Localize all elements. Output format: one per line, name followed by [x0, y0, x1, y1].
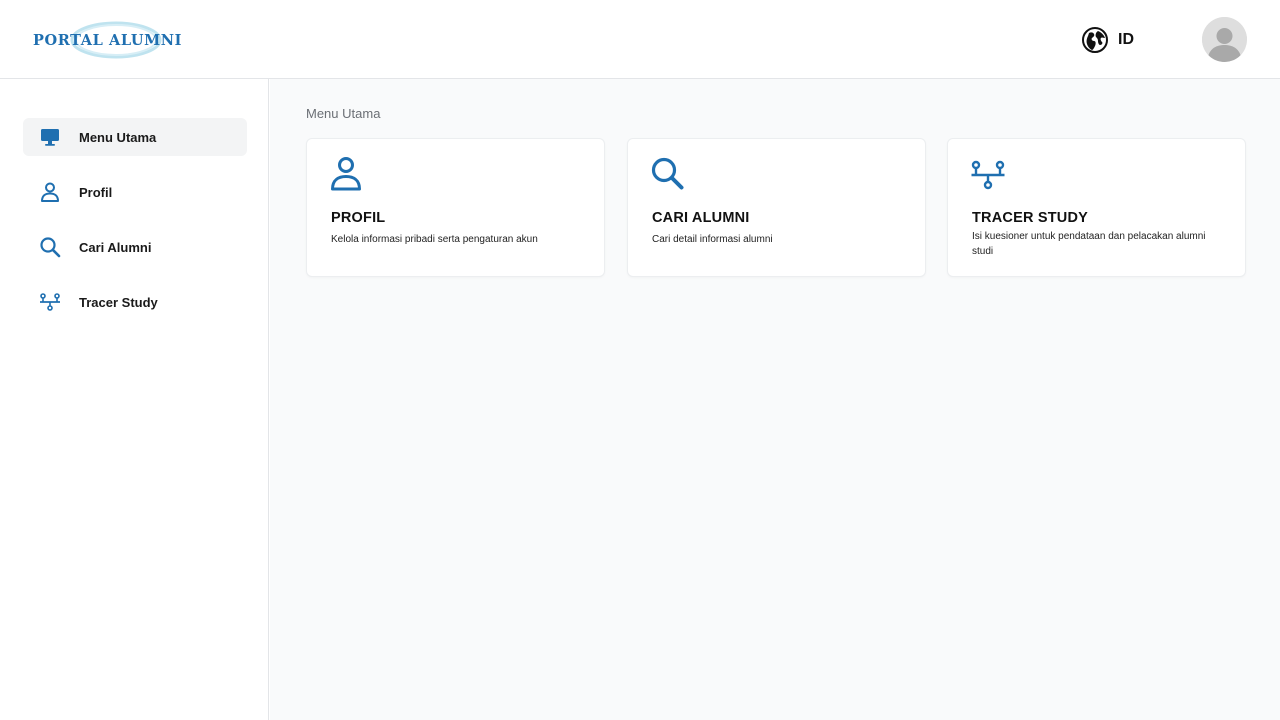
card-title: CARI ALUMNI	[652, 210, 750, 226]
main-content: Menu Utama PROFIL Kelola informasi priba…	[270, 79, 1280, 720]
sidebar-item-label: Profil	[79, 184, 113, 200]
card-description: Cari detail informasi alumni	[652, 234, 773, 245]
sidebar: Menu Utama Profil Cari Alumni Tracer Stu…	[0, 79, 269, 720]
user-avatar[interactable]	[1202, 17, 1247, 62]
network-icon	[971, 160, 1005, 190]
top-header: PORTAL ALUMNI ID	[0, 0, 1280, 79]
language-switcher[interactable]: ID	[1081, 26, 1134, 54]
avatar-placeholder-icon	[1202, 17, 1247, 62]
search-icon	[651, 157, 684, 190]
sidebar-item-profil[interactable]: Profil	[23, 173, 247, 211]
network-icon	[40, 293, 60, 311]
logo-text: PORTAL ALUMNI	[33, 32, 183, 49]
card-title: TRACER STUDY	[972, 210, 1088, 226]
sidebar-item-cari-alumni[interactable]: Cari Alumni	[23, 228, 247, 266]
monitor-icon	[41, 129, 59, 146]
card-description: Kelola informasi pribadi serta pengatura…	[331, 234, 538, 245]
card-description: Isi kuesioner untuk pendataan dan pelaca…	[972, 231, 1206, 257]
user-icon	[41, 182, 59, 202]
card-profil[interactable]: PROFIL Kelola informasi pribadi serta pe…	[306, 138, 605, 277]
sidebar-item-label: Cari Alumni	[79, 239, 152, 255]
portal-alumni-logo[interactable]: PORTAL ALUMNI	[28, 16, 188, 62]
card-cari-alumni[interactable]: CARI ALUMNI Cari detail informasi alumni	[627, 138, 926, 277]
user-icon	[331, 157, 361, 191]
language-label: ID	[1118, 31, 1134, 48]
sidebar-item-menu-utama[interactable]: Menu Utama	[23, 118, 247, 156]
breadcrumb: Menu Utama	[306, 106, 381, 121]
globe-icon	[1082, 27, 1108, 53]
sidebar-item-label: Menu Utama	[79, 129, 157, 145]
search-icon	[40, 237, 61, 258]
card-tracer-study[interactable]: TRACER STUDY Isi kuesioner untuk pendata…	[947, 138, 1246, 277]
card-title: PROFIL	[331, 210, 386, 226]
sidebar-item-label: Tracer Study	[79, 294, 158, 310]
sidebar-item-tracer-study[interactable]: Tracer Study	[23, 283, 247, 321]
